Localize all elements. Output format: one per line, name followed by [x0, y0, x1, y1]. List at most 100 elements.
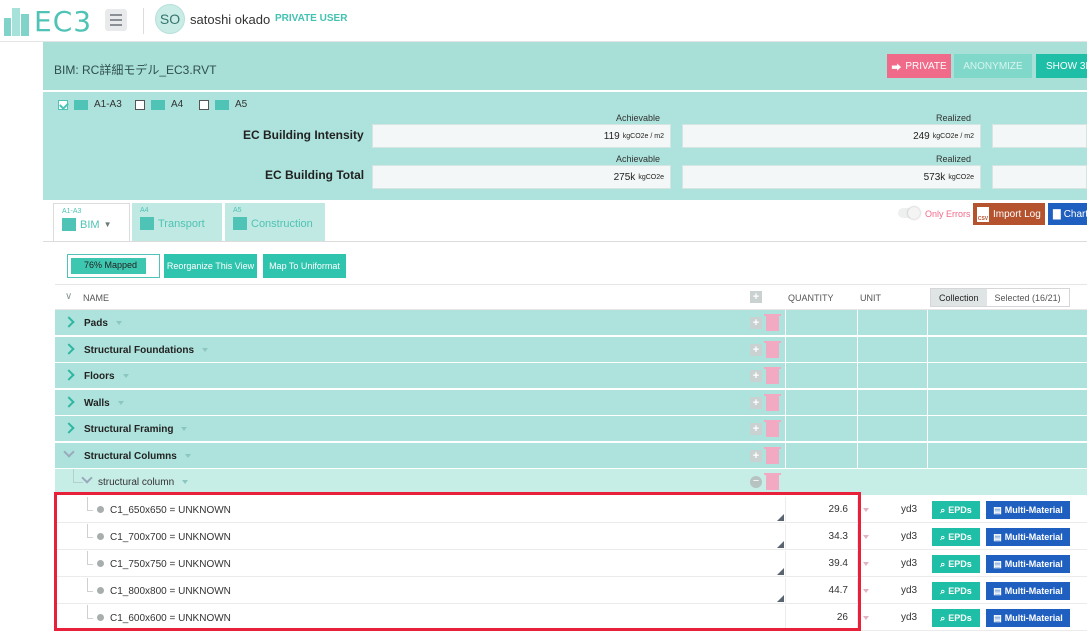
resize-handle-icon[interactable]: [777, 595, 784, 602]
resize-handle-icon[interactable]: [777, 541, 784, 548]
chevron-down-icon[interactable]: [863, 616, 869, 620]
chevron-down-icon[interactable]: [202, 348, 208, 353]
category-row[interactable]: Structural Foundations +: [55, 337, 1087, 363]
remove-icon[interactable]: −: [750, 476, 762, 488]
chevron-down-icon[interactable]: [863, 535, 869, 539]
sub-group-row[interactable]: structural column −: [55, 469, 1087, 495]
table-row[interactable]: C1_800x800 = UNKNOWN 44.7 yd3 ⌕ EPDs ▤ Multi-M…: [55, 578, 1087, 604]
resize-handle-icon[interactable]: [777, 514, 784, 521]
multi-material-button[interactable]: ▤ Multi-Material: [986, 555, 1070, 573]
category-row[interactable]: Structural Framing +: [55, 416, 1087, 442]
chevron-right-icon[interactable]: [63, 343, 75, 355]
unit-value[interactable]: yd3: [901, 585, 917, 596]
multi-material-button[interactable]: ▤ Multi-Material: [986, 528, 1070, 546]
chevron-down-icon[interactable]: [181, 427, 188, 432]
tab-construction[interactable]: A5 Construction: [225, 203, 325, 241]
scope-a4[interactable]: A4: [135, 99, 183, 110]
category-row[interactable]: Floors +: [55, 363, 1087, 389]
chevron-down-icon[interactable]: [63, 446, 75, 458]
scope-a1-a3[interactable]: A1-A3: [58, 99, 122, 110]
chevron-down-icon[interactable]: [863, 589, 869, 593]
chevron-right-icon[interactable]: [63, 422, 75, 434]
chevron-down-icon[interactable]: [81, 472, 93, 484]
chevron-down-icon[interactable]: [863, 562, 869, 566]
scope-a5-checkbox[interactable]: [199, 99, 209, 110]
add-icon[interactable]: +: [750, 370, 762, 382]
unit-value[interactable]: yd3: [901, 504, 917, 515]
add-icon[interactable]: +: [750, 291, 762, 303]
name-column-header[interactable]: NAME: [83, 293, 109, 303]
table-row[interactable]: C1_750x750 = UNKNOWN 39.4 yd3 ⌕ EPDs ▤ Multi-M…: [55, 551, 1087, 577]
chevron-down-icon[interactable]: [117, 401, 124, 406]
tab-bim[interactable]: A1-A3 BIM ▼: [53, 203, 130, 241]
panel-header: BIM: RC詳細モデル_EC3.RVT ⮕ PRIVATE ANONYMIZE…: [43, 42, 1087, 92]
user-name[interactable]: satoshi okado: [190, 12, 270, 27]
resize-handle-icon[interactable]: [777, 568, 784, 575]
table-row[interactable]: C1_700x700 = UNKNOWN 34.3 yd3 ⌕ EPDs ▤ Multi-M…: [55, 524, 1087, 550]
unit-value[interactable]: yd3: [901, 612, 917, 623]
search-icon: ⌕: [940, 531, 946, 542]
add-icon[interactable]: +: [750, 423, 762, 435]
tab-transport[interactable]: A4 Transport: [132, 203, 222, 241]
chevron-down-icon[interactable]: [184, 454, 191, 459]
quantity-value[interactable]: 34.3: [788, 531, 848, 542]
chevron-down-icon[interactable]: [863, 508, 869, 512]
show-3d-button[interactable]: SHOW 3D: [1036, 54, 1087, 78]
import-log-button[interactable]: CSV Import Log: [973, 203, 1045, 225]
multi-material-button[interactable]: ▤ Multi-Material: [986, 501, 1070, 519]
epds-button[interactable]: ⌕ EPDs: [932, 501, 980, 519]
trash-icon[interactable]: [764, 394, 781, 411]
category-row[interactable]: Structural Columns +: [55, 443, 1087, 469]
map-uniformat-button[interactable]: Map To Uniformat: [263, 254, 346, 278]
scope-a1-a3-checkbox[interactable]: [58, 99, 68, 110]
scope-a4-checkbox[interactable]: [135, 99, 145, 110]
trash-icon[interactable]: [764, 341, 781, 358]
menu-icon[interactable]: [105, 9, 127, 31]
epds-button[interactable]: ⌕ EPDs: [932, 582, 980, 600]
add-icon[interactable]: +: [750, 450, 762, 462]
trash-icon[interactable]: [764, 473, 781, 490]
chevron-right-icon[interactable]: [63, 316, 75, 328]
multi-material-button[interactable]: ▤ Multi-Material: [986, 609, 1070, 627]
private-button[interactable]: ⮕ PRIVATE: [887, 54, 951, 78]
epds-button[interactable]: ⌕ EPDs: [932, 528, 980, 546]
avatar[interactable]: SO: [155, 4, 185, 34]
unit-value[interactable]: yd3: [901, 531, 917, 542]
add-icon[interactable]: +: [750, 397, 762, 409]
multi-material-button[interactable]: ▤ Multi-Material: [986, 582, 1070, 600]
reorganize-view-button[interactable]: Reorganize This View: [164, 254, 257, 278]
trash-icon[interactable]: [764, 367, 781, 384]
chevron-down-icon[interactable]: [115, 321, 122, 326]
selected-tab[interactable]: Selected (16/21): [987, 289, 1069, 306]
collapse-all-icon[interactable]: ∨: [65, 291, 72, 302]
scope-a5[interactable]: A5: [199, 99, 247, 110]
ec3-logo[interactable]: EC3: [4, 4, 92, 38]
collection-tab[interactable]: Collection: [931, 289, 987, 306]
unit-value[interactable]: yd3: [901, 558, 917, 569]
add-icon[interactable]: +: [750, 317, 762, 329]
quantity-value[interactable]: 29.6: [788, 504, 848, 515]
quantity-value[interactable]: 26: [788, 612, 848, 623]
trash-icon[interactable]: [764, 314, 781, 331]
table-row[interactable]: C1_650x650 = UNKNOWN 29.6 yd3 ⌕ EPDs ▤ Multi-M…: [55, 497, 1087, 523]
add-icon[interactable]: +: [750, 344, 762, 356]
quantity-column-header[interactable]: QUANTITY: [788, 293, 834, 303]
anonymize-button[interactable]: ANONYMIZE: [954, 54, 1032, 78]
table-row[interactable]: C1_600x600 = UNKNOWN 26 yd3 ⌕ EPDs ▤ Multi-Mat…: [55, 605, 1087, 631]
category-row[interactable]: Pads +: [55, 310, 1087, 336]
epds-button[interactable]: ⌕ EPDs: [932, 555, 980, 573]
epds-button[interactable]: ⌕ EPDs: [932, 609, 980, 627]
trash-icon[interactable]: [764, 447, 781, 464]
divider: [857, 578, 858, 604]
chevron-down-icon[interactable]: [122, 374, 129, 379]
trash-icon[interactable]: [764, 420, 781, 437]
chevron-down-icon[interactable]: [182, 480, 189, 485]
quantity-value[interactable]: 39.4: [788, 558, 848, 569]
chevron-right-icon[interactable]: [63, 396, 75, 408]
chevron-right-icon[interactable]: [63, 369, 75, 381]
quantity-value[interactable]: 44.7: [788, 585, 848, 596]
only-errors-toggle[interactable]: [898, 207, 920, 219]
category-row[interactable]: Walls +: [55, 390, 1087, 416]
unit-column-header[interactable]: UNIT: [860, 293, 881, 303]
chart-button[interactable]: ▇ Chart: [1048, 203, 1087, 225]
